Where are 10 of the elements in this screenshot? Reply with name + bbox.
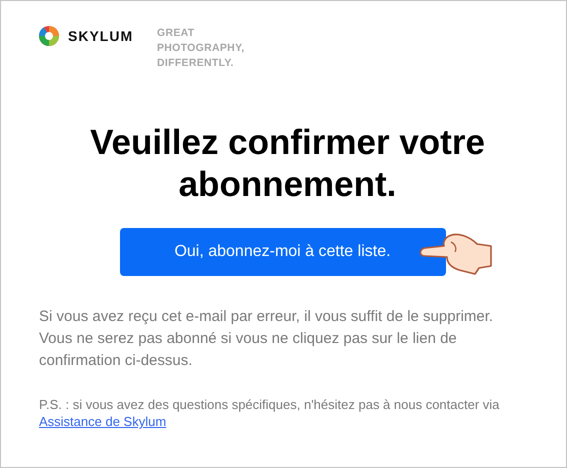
aperture-logo-icon xyxy=(39,26,59,46)
headline: Veuillez confirmer votre abonnement. xyxy=(89,122,486,206)
tagline-text: GREAT xyxy=(157,26,196,41)
tagline-text: DIFFERENTLY. xyxy=(157,56,235,71)
body-paragraph: Si vous avez reçu cet e-mail par erreur, il vous suffit de le supprimer. Vous ne serez pas abonné si vous ne cliquez pas sur le lien de confirmation ci-dessus. xyxy=(39,307,494,371)
support-link[interactable]: Assistance de Skylum xyxy=(39,414,166,429)
ps-paragraph: P.S. : si vous avez des questions spécifiques, n'hésitez pas à nous contacter via Assistance de Skylum xyxy=(39,396,500,430)
subscribe-button[interactable]: Oui, abonnez-moi à cette liste. xyxy=(120,228,446,276)
brand-name: SKYLUM xyxy=(68,28,134,44)
tagline-text: PHOTOGRAPHY, xyxy=(157,41,244,56)
